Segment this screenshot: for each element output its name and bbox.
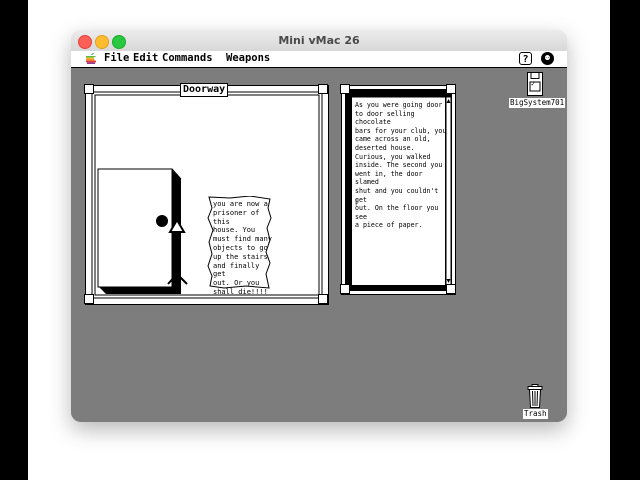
- window-titlebar[interactable]: Mini vMac 26: [71, 30, 567, 52]
- apple-menu-icon[interactable]: [85, 52, 97, 65]
- menu-commands[interactable]: Commands: [162, 52, 213, 64]
- emulator-window: Mini vMac 26 File Edit Commands Weapons …: [71, 30, 567, 422]
- scene-close-box[interactable]: [84, 84, 94, 94]
- trash-icon[interactable]: [527, 384, 543, 408]
- paper-note-text: you are now a prisoner of this house. Yo…: [213, 200, 273, 296]
- story-text[interactable]: As you were going door to door selling c…: [355, 101, 447, 230]
- scene-window: Doorway you are now a prisoner of this h…: [84, 83, 329, 305]
- mac-desktop: File Edit Commands Weapons ? ⚉ Doorway y…: [71, 51, 567, 422]
- text-window: As you were going door to door selling c…: [340, 84, 456, 295]
- door-image[interactable]: [96, 166, 191, 298]
- text-window-corner-grip[interactable]: [340, 284, 350, 294]
- text-cursor: |: [354, 198, 359, 206]
- text-window-close-box[interactable]: [340, 84, 350, 94]
- disk-label[interactable]: BigSystem701: [509, 98, 566, 108]
- menu-weapons[interactable]: Weapons: [226, 52, 270, 64]
- application-menu-icon[interactable]: ⚉: [541, 52, 554, 65]
- scene-window-title: Doorway: [180, 83, 229, 97]
- scene-corner-grip[interactable]: [84, 294, 94, 304]
- window-title: Mini vMac 26: [278, 34, 360, 47]
- trash-label[interactable]: Trash: [523, 409, 548, 419]
- menu-file[interactable]: File: [104, 52, 129, 64]
- scene-corner-grip[interactable]: [318, 84, 328, 94]
- mac-menubar: File Edit Commands Weapons ? ⚉: [71, 51, 567, 68]
- text-window-zoom-box[interactable]: [446, 84, 456, 94]
- help-icon[interactable]: ?: [519, 52, 532, 65]
- text-window-resize-box[interactable]: [446, 284, 456, 294]
- menu-edit[interactable]: Edit: [133, 52, 158, 64]
- scene-resize-box[interactable]: [318, 294, 328, 304]
- door-knob[interactable]: [156, 215, 168, 227]
- disk-check-icon: ✓: [531, 80, 536, 88]
